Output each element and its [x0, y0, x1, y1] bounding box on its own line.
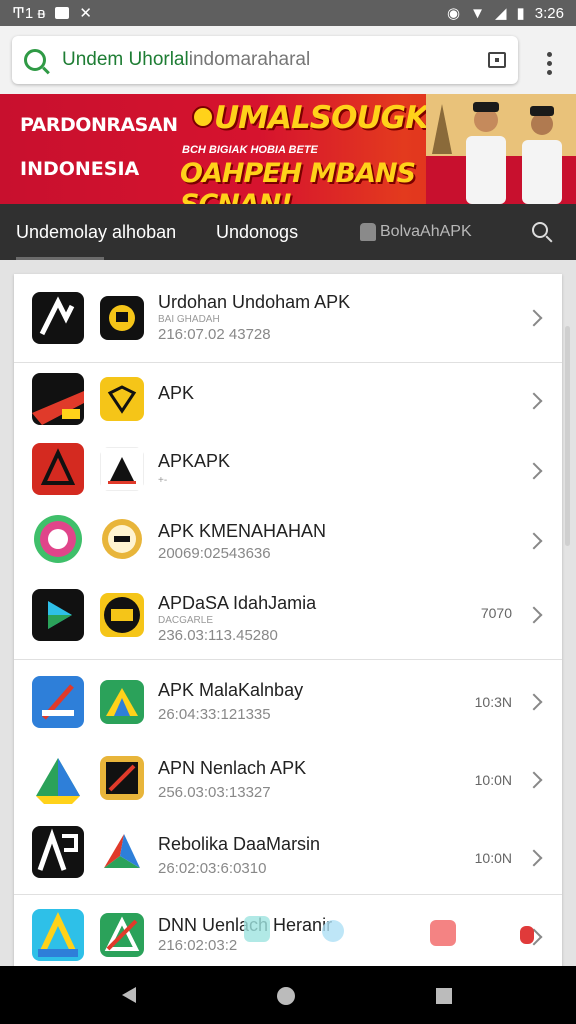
- chevron-right-icon: [525, 771, 543, 789]
- home-icon[interactable]: [277, 987, 295, 1005]
- app-size: 7070: [480, 605, 512, 621]
- notification-icon: ✕: [79, 5, 92, 22]
- chevron-right-icon: [525, 309, 543, 327]
- chevron-right-icon: [525, 532, 543, 550]
- tab-home[interactable]: Undemolay alhoban: [16, 204, 176, 260]
- app-list-area: Urdohan Undoham APK BAI GHADAH 216:07.02…: [0, 260, 576, 966]
- floating-gift-icon[interactable]: [430, 920, 456, 946]
- apk-logo-icon: [32, 909, 84, 961]
- app-note: DACGARLE: [158, 615, 214, 626]
- status-bar: Ͳ1 ᴃ ✕ ◉ ▼ ◢ ▮ 3:26: [0, 0, 576, 26]
- list-item[interactable]: APK: [14, 363, 562, 433]
- tab-switcher-icon[interactable]: [488, 52, 506, 68]
- list-item[interactable]: APKAPK +-: [14, 433, 562, 503]
- browser-toolbar: Undem Uhorlalindomaraharal: [0, 26, 576, 94]
- apk-logo-icon: [32, 292, 84, 344]
- list-item[interactable]: DNN Uenlach Heranir 216:02:03:2: [14, 895, 562, 966]
- banner-left-line1: PARDONRASAN: [20, 114, 178, 136]
- app-title: APN Nenlach APK: [158, 758, 307, 778]
- tab-label: BolvaAhAPK: [380, 223, 472, 240]
- app-size: 10:3N: [474, 694, 512, 710]
- apk-logo-icon: [32, 513, 84, 565]
- vibrate-icon: ◉: [447, 5, 461, 22]
- url-host: Undem Uhorlal: [62, 49, 189, 70]
- floating-tag-icon[interactable]: [520, 926, 534, 944]
- chevron-right-icon: [525, 849, 543, 867]
- banner-left-line2: INDONESIA: [20, 158, 140, 180]
- status-carrier: Ͳ1 ᴃ: [12, 5, 46, 22]
- app-title: APK KMENAHAHAN: [158, 521, 327, 541]
- app-note: BAI GHADAH: [158, 314, 220, 325]
- app-logo-icon: [100, 913, 144, 957]
- app-logo-icon: [100, 447, 144, 491]
- app-date: 26:02:03:6:0310: [158, 860, 267, 877]
- wifi-icon: ▼: [470, 4, 485, 22]
- search-icon: [24, 49, 46, 71]
- signal-icon: ◢: [494, 5, 507, 22]
- app-logo-icon: [100, 756, 144, 800]
- list-item[interactable]: Urdohan Undoham APK BAI GHADAH 216:07.02…: [14, 274, 562, 362]
- app-date: 256.03:03:13327: [158, 784, 271, 801]
- android-icon: [360, 223, 376, 241]
- tab-label: Undemolay alhoban: [16, 221, 177, 242]
- app-logo-icon: [100, 296, 144, 340]
- category-navbar: Undemolay alhoban Undonogs BolvaAhAPK: [0, 204, 576, 260]
- list-item[interactable]: APDaSA IdahJamia DACGARLE 236.03:113.452…: [14, 573, 562, 659]
- list-item[interactable]: Rebolika DaaMarsin 26:02:03:6:0310 10:0N: [14, 814, 562, 894]
- address-bar[interactable]: Undem Uhorlalindomaraharal: [12, 36, 518, 84]
- apk-logo-icon: [32, 443, 84, 495]
- url-path: indomaraharal: [188, 49, 311, 70]
- scrollbar[interactable]: [565, 326, 570, 546]
- search-icon[interactable]: [532, 222, 548, 238]
- app-date: 20069:02543636: [158, 545, 271, 562]
- app-list-card: Urdohan Undoham APK BAI GHADAH 216:07.02…: [14, 274, 562, 966]
- app-logo-icon: [100, 377, 144, 421]
- chevron-right-icon: [525, 693, 543, 711]
- app-date: 26:04:33:121335: [158, 706, 271, 723]
- app-size: 10:0N: [474, 850, 512, 866]
- app-title: APKAPK: [158, 451, 231, 471]
- banner-people-illustration: [426, 94, 576, 204]
- app-date: 216:07.02 43728: [158, 326, 271, 343]
- list-item[interactable]: APN Nenlach APK 256.03:03:13327 10:0N: [14, 740, 562, 814]
- recent-apps-icon[interactable]: [436, 988, 452, 1004]
- list-item[interactable]: APK KMENAHAHAN 20069:02543636: [14, 503, 562, 573]
- banner-left: PARDONRASAN INDONESIA: [20, 114, 178, 180]
- app-date: 236.03:113.45280: [158, 627, 278, 644]
- app-title: Urdohan Undoham APK: [158, 292, 351, 312]
- app-logo-icon: [100, 830, 144, 874]
- notification-icon: [55, 7, 70, 19]
- apk-logo-icon: [32, 752, 84, 804]
- app-logo-icon: [100, 593, 144, 637]
- app-logo-icon: [100, 680, 144, 724]
- app-size: 10:0N: [474, 772, 512, 788]
- app-title: Rebolika DaaMarsin: [158, 834, 321, 854]
- status-time: 3:26: [534, 4, 564, 22]
- floating-doc-icon[interactable]: [244, 916, 270, 942]
- app-date: 216:02:03:2: [158, 937, 238, 954]
- system-navigation-bar: [0, 966, 576, 1024]
- apk-logo-icon: [32, 826, 84, 878]
- promo-banner[interactable]: PARDONRASAN INDONESIA UMALSOUGK ! BCH BI…: [0, 94, 576, 204]
- app-title: APK: [158, 383, 195, 403]
- chevron-right-icon: [525, 462, 543, 480]
- tab-label: Undonogs: [216, 221, 299, 242]
- chevron-right-icon: [525, 392, 543, 410]
- floating-message-icon[interactable]: [322, 920, 344, 942]
- tab-games[interactable]: Undonogs: [216, 204, 298, 260]
- app-title: APK MalaKalnbay: [158, 680, 304, 700]
- chevron-right-icon: [525, 606, 543, 624]
- list-item[interactable]: APK MalaKalnbay 26:04:33:121335 10:3N: [14, 660, 562, 740]
- url-text[interactable]: Undem Uhorlalindomaraharal: [62, 49, 480, 71]
- app-logo-icon: [100, 517, 144, 561]
- overflow-menu-icon[interactable]: [546, 52, 552, 75]
- app-note: +-: [158, 475, 168, 486]
- app-title: APDaSA IdahJamia: [158, 593, 317, 613]
- apk-logo-icon: [32, 676, 84, 728]
- battery-icon: ▮: [516, 5, 525, 22]
- apk-logo-icon: [32, 373, 84, 425]
- tab-apk[interactable]: BolvaAhAPK: [360, 204, 472, 260]
- back-icon[interactable]: [122, 987, 136, 1003]
- apk-logo-icon: [32, 589, 84, 641]
